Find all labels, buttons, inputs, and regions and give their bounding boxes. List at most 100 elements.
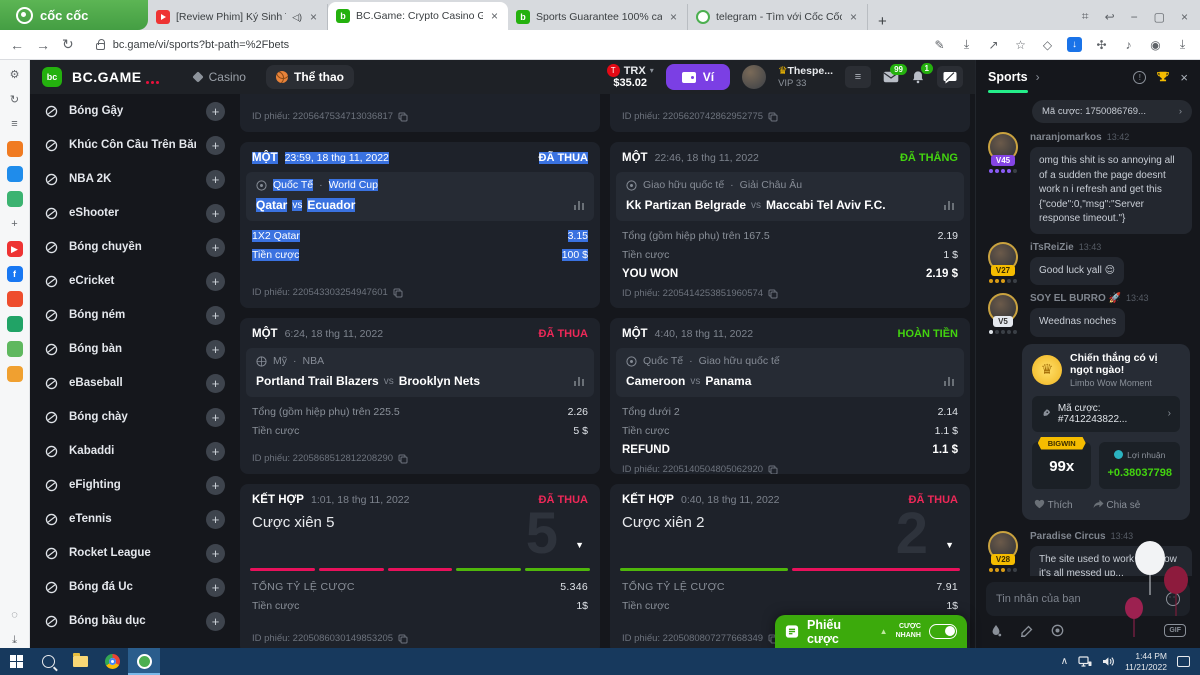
win-share-card[interactable]: ♛ Chiến thắng có vị ngọt ngào! Limbo Wow… <box>1022 344 1190 520</box>
expand-sport-button[interactable]: + <box>206 238 225 257</box>
expand-sport-button[interactable]: + <box>206 374 225 393</box>
lock-icon[interactable] <box>96 43 105 50</box>
start-button[interactable] <box>0 648 32 675</box>
sidebar-sport-item[interactable]: Kabaddi + <box>30 434 235 468</box>
currency-selector[interactable]: T TRX ▾ $35.02 <box>607 64 654 89</box>
download-extension-icon[interactable]: ↓ <box>1067 37 1082 52</box>
tab-close-icon[interactable]: × <box>489 9 500 23</box>
chrome-button[interactable] <box>96 648 128 675</box>
window-minimize-button[interactable]: − <box>1131 10 1138 24</box>
expand-sport-button[interactable]: + <box>206 544 225 563</box>
sidebar-sport-item[interactable]: Rocket League + <box>30 536 235 570</box>
url-text[interactable]: bc.game/vi/sports?bt-path=%2Fbets <box>113 39 289 51</box>
history-icon[interactable]: ↻ <box>7 91 23 107</box>
stats-icon[interactable] <box>574 377 584 386</box>
bet-card-blazers-nets[interactable]: MỘT 6:24, 18 thg 11, 2022 ĐÃ THUA Mỹ · N… <box>240 318 600 474</box>
bcgame-logo-text[interactable]: BC.GAME <box>72 69 142 85</box>
tab-youtube[interactable]: [Review Phim] Ký Sinh Tr... ◁) × <box>148 4 328 30</box>
match-block[interactable]: Quốc Tế · Giao hữu quốc tế Cameroon vs P… <box>616 348 964 397</box>
save-page-icon[interactable]: ⤓ <box>959 37 974 52</box>
sidebar-sport-item[interactable]: Bóng bàn + <box>30 332 235 366</box>
sidebar-sport-item[interactable]: NBA 2K + <box>30 162 235 196</box>
messenger-icon[interactable] <box>7 166 23 182</box>
coin-tip-icon[interactable] <box>1051 624 1064 637</box>
share-button[interactable]: Chia sẻ <box>1093 499 1141 511</box>
match-block[interactable]: Giao hữu quốc tế · Giải Châu Âu Kk Parti… <box>616 172 964 221</box>
stats-icon[interactable] <box>574 201 584 210</box>
sheets-shortcut-icon[interactable] <box>7 316 23 332</box>
browser-brand[interactable]: cốc cốc <box>0 0 148 30</box>
expand-sport-button[interactable]: + <box>206 612 225 631</box>
refresh-button[interactable]: ↻ <box>62 36 74 53</box>
expand-combo-icon[interactable]: ▼ <box>575 540 584 550</box>
bet-card-partial[interactable]: ID phiếu: 2205620742862952775 <box>610 94 970 132</box>
user-avatar[interactable] <box>742 65 766 89</box>
match-block[interactable]: Mỹ · NBA Portland Trail Blazers vs Brook… <box>246 348 594 397</box>
tab-search-icon[interactable]: ⌗ <box>1082 9 1089 24</box>
shopee-shortcut-icon[interactable] <box>7 291 23 307</box>
like-button[interactable]: Thích <box>1034 499 1073 511</box>
copy-icon[interactable] <box>398 634 408 644</box>
quick-bet-toggle[interactable] <box>929 624 957 639</box>
store-shortcut-icon[interactable] <box>7 341 23 357</box>
facebook-shortcut-icon[interactable]: f <box>7 266 23 282</box>
copy-icon[interactable] <box>398 454 408 464</box>
chat-message-input[interactable] <box>996 593 1158 605</box>
expand-sport-button[interactable]: + <box>206 306 225 325</box>
user-meta[interactable]: ♛Thespe... VIP 33 <box>778 65 833 89</box>
bet-card-partizan-maccabi[interactable]: MỘT 22:46, 18 thg 11, 2022 ĐÃ THẮNG Giao… <box>610 142 970 308</box>
expand-sport-button[interactable]: + <box>206 408 225 427</box>
tab-bcgame-active[interactable]: b BC.Game: Crypto Casino Gam × <box>328 2 508 30</box>
tab-history-icon[interactable]: ↩ <box>1105 10 1115 24</box>
bet-card-partial[interactable]: ID phiếu: 2205647534713036817 <box>240 94 600 132</box>
window-close-button[interactable]: × <box>1181 10 1188 24</box>
stats-icon[interactable] <box>944 377 954 386</box>
sidebar-sport-item[interactable]: eFighting + <box>30 468 235 502</box>
expand-sport-button[interactable]: + <box>206 102 225 121</box>
action-center-icon[interactable] <box>1177 656 1190 667</box>
zoom-search-icon[interactable]: ◌ <box>7 607 23 623</box>
close-chat-icon[interactable]: × <box>1180 70 1188 85</box>
new-tab-button[interactable]: + <box>868 13 897 30</box>
sidebar-sport-item[interactable]: eShooter + <box>30 196 235 230</box>
tab-close-icon[interactable]: × <box>308 10 319 24</box>
chat-username[interactable]: Paradise Circus13:43 <box>1030 531 1192 542</box>
expand-sport-button[interactable]: + <box>206 340 225 359</box>
betslip-bar[interactable]: Phiếu cược ▲ CƯỢC NHANH <box>775 615 967 648</box>
expand-sport-button[interactable]: + <box>206 136 225 155</box>
news-icon[interactable] <box>7 141 23 157</box>
add-shortcut-icon[interactable]: + <box>7 216 23 232</box>
tray-expand-icon[interactable]: ∧ <box>1061 656 1068 667</box>
cart-shortcut-icon[interactable] <box>7 366 23 382</box>
file-explorer-button[interactable] <box>64 648 96 675</box>
chat-username[interactable]: naranjomarkos13:42 <box>1030 132 1192 143</box>
expand-sport-button[interactable]: + <box>206 170 225 189</box>
copy-icon[interactable] <box>393 288 403 298</box>
profile-icon[interactable]: ◉ <box>1148 37 1163 52</box>
sidebar-sport-item[interactable]: eCricket + <box>30 264 235 298</box>
sidebar-sport-item[interactable]: Bóng chuyền + <box>30 230 235 264</box>
settings-icon[interactable]: ⚙ <box>7 66 23 82</box>
gif-button[interactable]: GIF <box>1164 624 1186 637</box>
bet-card-qatar-ecuador[interactable]: MỘT 23:59, 18 thg 11, 2022 ĐÃ THUA Quốc … <box>240 142 600 308</box>
tab-telegram-search[interactable]: telegram - Tìm với Cốc Cốc × <box>688 4 868 30</box>
nav-sports[interactable]: Thể thao <box>266 65 354 89</box>
expand-sport-button[interactable]: + <box>206 272 225 291</box>
bookmark-star-icon[interactable]: ☆ <box>1013 37 1028 52</box>
copy-icon[interactable] <box>768 112 778 122</box>
speaker-icon[interactable] <box>1102 656 1115 667</box>
bet-list-icon[interactable]: ≡ <box>845 66 871 88</box>
copy-icon[interactable] <box>768 465 778 475</box>
match-block[interactable]: Quốc Tế · World Cup Qatar vs Ecuador <box>246 172 594 221</box>
bet-card-combo-5[interactable]: KẾT HỢP 1:01, 18 thg 11, 2022 ĐÃ THUA Cư… <box>240 484 600 648</box>
taskbar-search-button[interactable] <box>32 648 64 675</box>
emoji-picker-icon[interactable] <box>1166 592 1180 606</box>
download-manager-icon[interactable]: ⤓ <box>7 632 23 648</box>
expand-sport-button[interactable]: + <box>206 510 225 529</box>
bcgame-logo[interactable]: bc <box>42 67 62 87</box>
chat-toggle-button[interactable] <box>937 66 963 88</box>
forward-button[interactable]: → <box>36 37 50 53</box>
nav-casino[interactable]: Casino <box>183 65 256 89</box>
notifications-button[interactable]: 1 <box>911 70 925 84</box>
expand-sport-button[interactable]: + <box>206 578 225 597</box>
